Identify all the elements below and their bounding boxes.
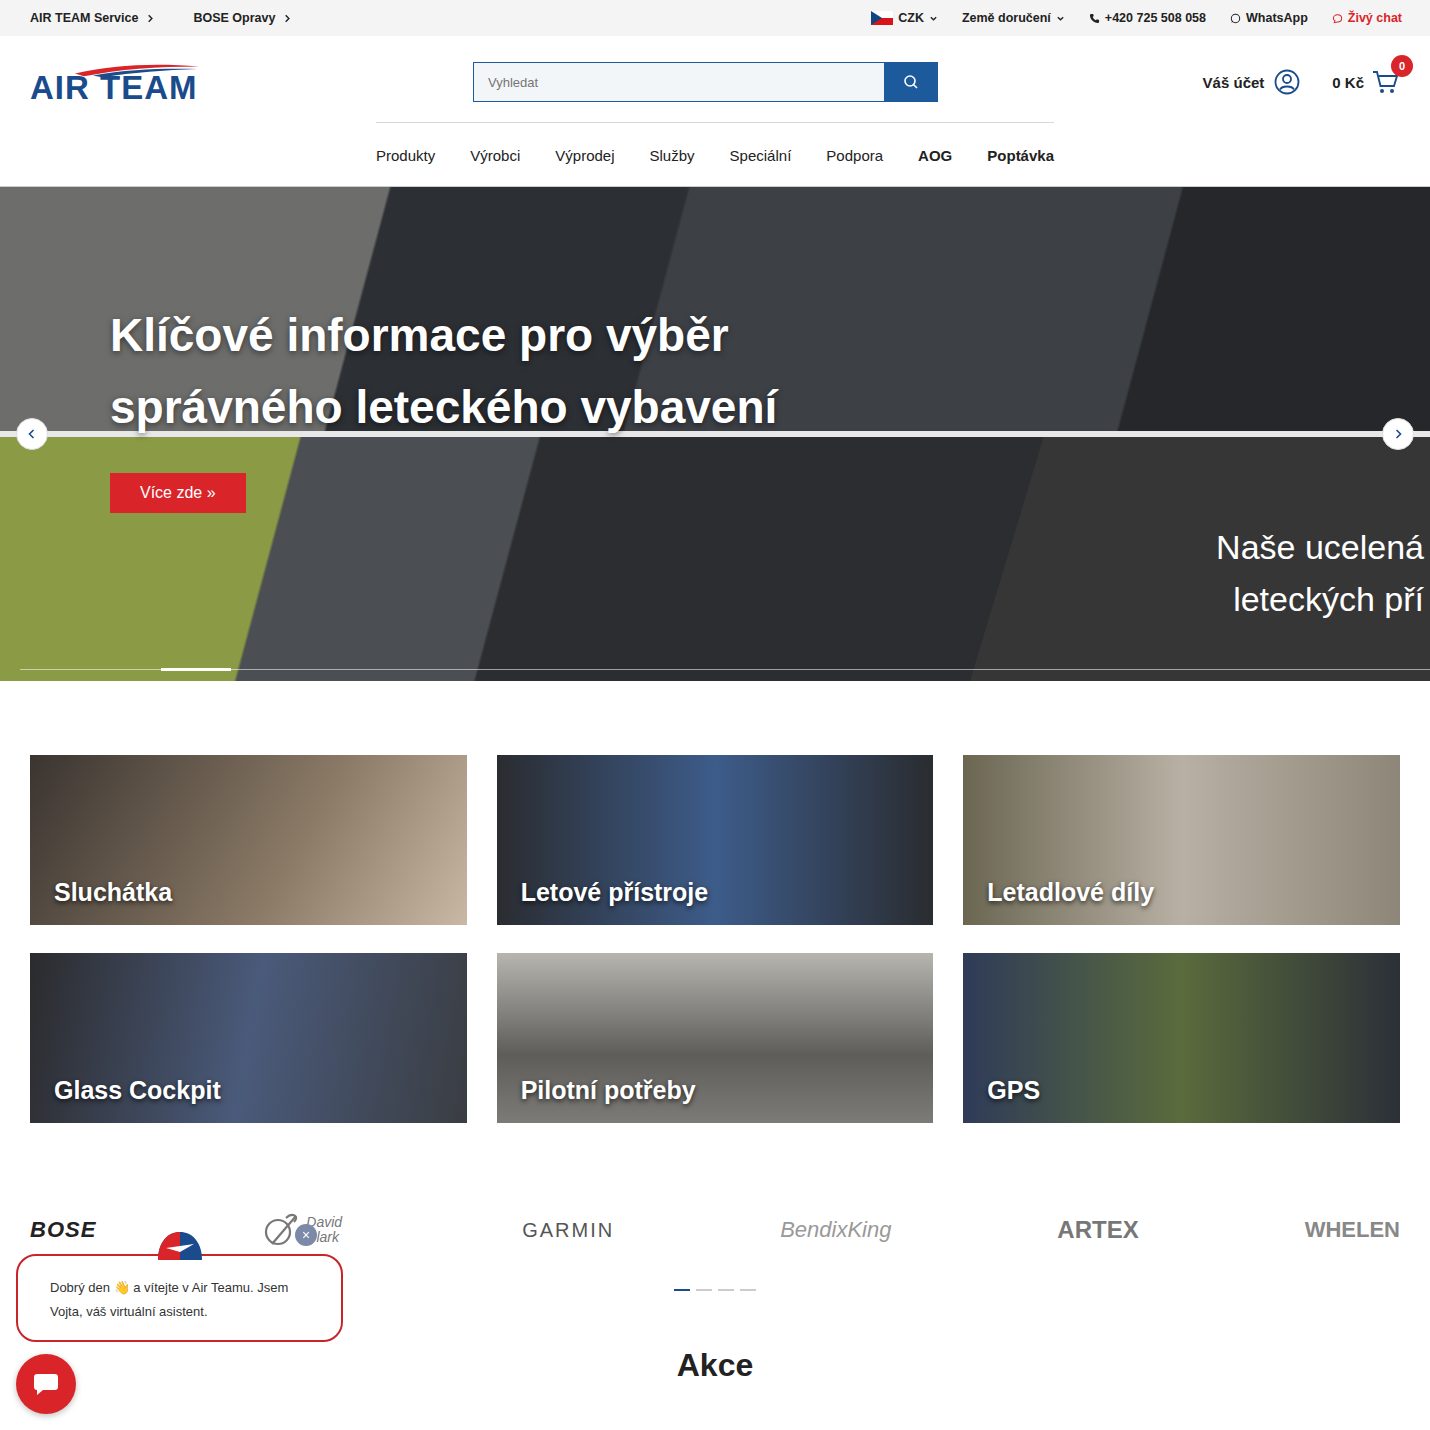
nav-item[interactable]: Speciální [730, 147, 792, 164]
search-icon [903, 74, 919, 90]
delivery-select[interactable]: Země doručení [962, 11, 1065, 25]
next-slide-button[interactable] [1382, 418, 1414, 450]
chat-bubble[interactable]: × Dobrý den 👋 a vítejte v Air Teamu. Jse… [16, 1254, 343, 1342]
slide-indicator[interactable] [1289, 670, 1430, 673]
top-link[interactable]: AIR TEAM Service [30, 11, 155, 25]
brand-logo[interactable]: BendixKing [780, 1217, 891, 1243]
brand-page-dot[interactable] [740, 1289, 756, 1291]
chat-bubble-icon [31, 1369, 61, 1399]
nav-item[interactable]: Produkty [376, 147, 435, 164]
section-title: Akce [0, 1347, 1430, 1384]
search-button[interactable] [884, 63, 937, 101]
hero-image [0, 187, 1430, 681]
slide-indicator[interactable] [302, 670, 443, 673]
brand-logo[interactable]: WHELEN [1305, 1217, 1400, 1243]
category-tile[interactable]: Letové přístroje [497, 755, 934, 925]
next-slide-text: Naše ucelenáleteckých pří [1216, 521, 1424, 625]
nav-item[interactable]: Výrobci [470, 147, 520, 164]
chevron-down-icon [929, 14, 938, 23]
category-tile[interactable]: Letadlové díly [963, 755, 1400, 925]
nav-item[interactable]: AOG [918, 147, 952, 164]
user-icon [1274, 69, 1300, 95]
chevron-right-icon [1392, 428, 1404, 440]
brand-page-dot[interactable] [674, 1289, 690, 1291]
chat-close-button[interactable]: × [295, 1224, 317, 1246]
nav-item[interactable]: Podpora [826, 147, 883, 164]
brand-logo[interactable]: BOSE [30, 1217, 96, 1243]
hero-title: Klíčové informace pro výběr správného le… [110, 299, 870, 443]
slide-indicator[interactable] [161, 670, 302, 673]
hero-slider: Klíčové informace pro výběr správného le… [0, 186, 1430, 681]
whatsapp-icon [1230, 13, 1241, 24]
brand-page-dot[interactable] [718, 1289, 734, 1291]
cart-link[interactable]: 0 Kč 0 [1332, 69, 1400, 95]
phone-link[interactable]: +420 725 508 058 [1089, 11, 1206, 25]
slide-indicator[interactable] [1148, 670, 1289, 673]
brand-page-dot[interactable] [696, 1289, 712, 1291]
hero-button[interactable]: Více zde » [110, 473, 246, 513]
slide-indicator[interactable] [725, 670, 866, 673]
czech-flag-icon [871, 11, 893, 25]
category-tile[interactable]: GPS [963, 953, 1400, 1123]
category-grid: SluchátkaLetové přístrojeLetadlové díly G… [0, 681, 1430, 1123]
nav-item[interactable]: Poptávka [987, 147, 1054, 164]
chat-open-button[interactable] [16, 1354, 76, 1414]
chevron-down-icon [1056, 14, 1065, 23]
header: AIR TEAM Váš účet 0 Kč 0 Produkty Výrobci… [0, 36, 1430, 186]
top-bar: AIR TEAM Service BOSE Opravy CZK Země do… [0, 0, 1430, 36]
page: AIR TEAM Service BOSE Opravy CZK Země do… [0, 0, 1430, 1430]
main-nav: Produkty Výrobci Výprodej Služby Speciální Po… [376, 122, 1054, 186]
chat-icon [1332, 13, 1343, 24]
currency-select[interactable]: CZK [871, 11, 938, 25]
chevron-right-icon [283, 14, 292, 23]
nav-item[interactable]: Služby [650, 147, 695, 164]
logo[interactable]: AIR TEAM [30, 61, 473, 104]
account-link[interactable]: Váš účet [1203, 69, 1301, 95]
search-bar [473, 62, 938, 102]
slide-indicators [20, 669, 1430, 673]
slide-indicator[interactable] [443, 670, 584, 673]
slide-indicator[interactable] [584, 670, 725, 673]
whatsapp-link[interactable]: WhatsApp [1230, 11, 1308, 25]
live-chat-link[interactable]: Živý chat [1332, 11, 1402, 25]
category-tile[interactable]: Glass Cockpit [30, 953, 467, 1123]
slide-indicator[interactable] [20, 670, 161, 673]
cart-count-badge: 0 [1391, 55, 1413, 77]
prev-slide-button[interactable] [16, 418, 48, 450]
top-link[interactable]: BOSE Opravy [193, 11, 292, 25]
slide-indicator[interactable] [866, 670, 1007, 673]
category-tile[interactable]: Pilotní potřeby [497, 953, 934, 1123]
chevron-left-icon [26, 428, 38, 440]
brand-logo[interactable]: GARMIN [522, 1219, 614, 1242]
brand-logo[interactable]: ARTEX [1057, 1216, 1138, 1244]
chat-widget: × Dobrý den 👋 a vítejte v Air Teamu. Jse… [16, 1254, 343, 1414]
category-tile[interactable]: Sluchátka [30, 755, 467, 925]
slide-indicator[interactable] [1007, 670, 1148, 673]
phone-icon [1089, 13, 1100, 24]
search-input[interactable] [474, 63, 884, 101]
assistant-avatar-icon [156, 1230, 204, 1262]
nav-item[interactable]: Výprodej [555, 147, 614, 164]
chevron-right-icon [146, 14, 155, 23]
